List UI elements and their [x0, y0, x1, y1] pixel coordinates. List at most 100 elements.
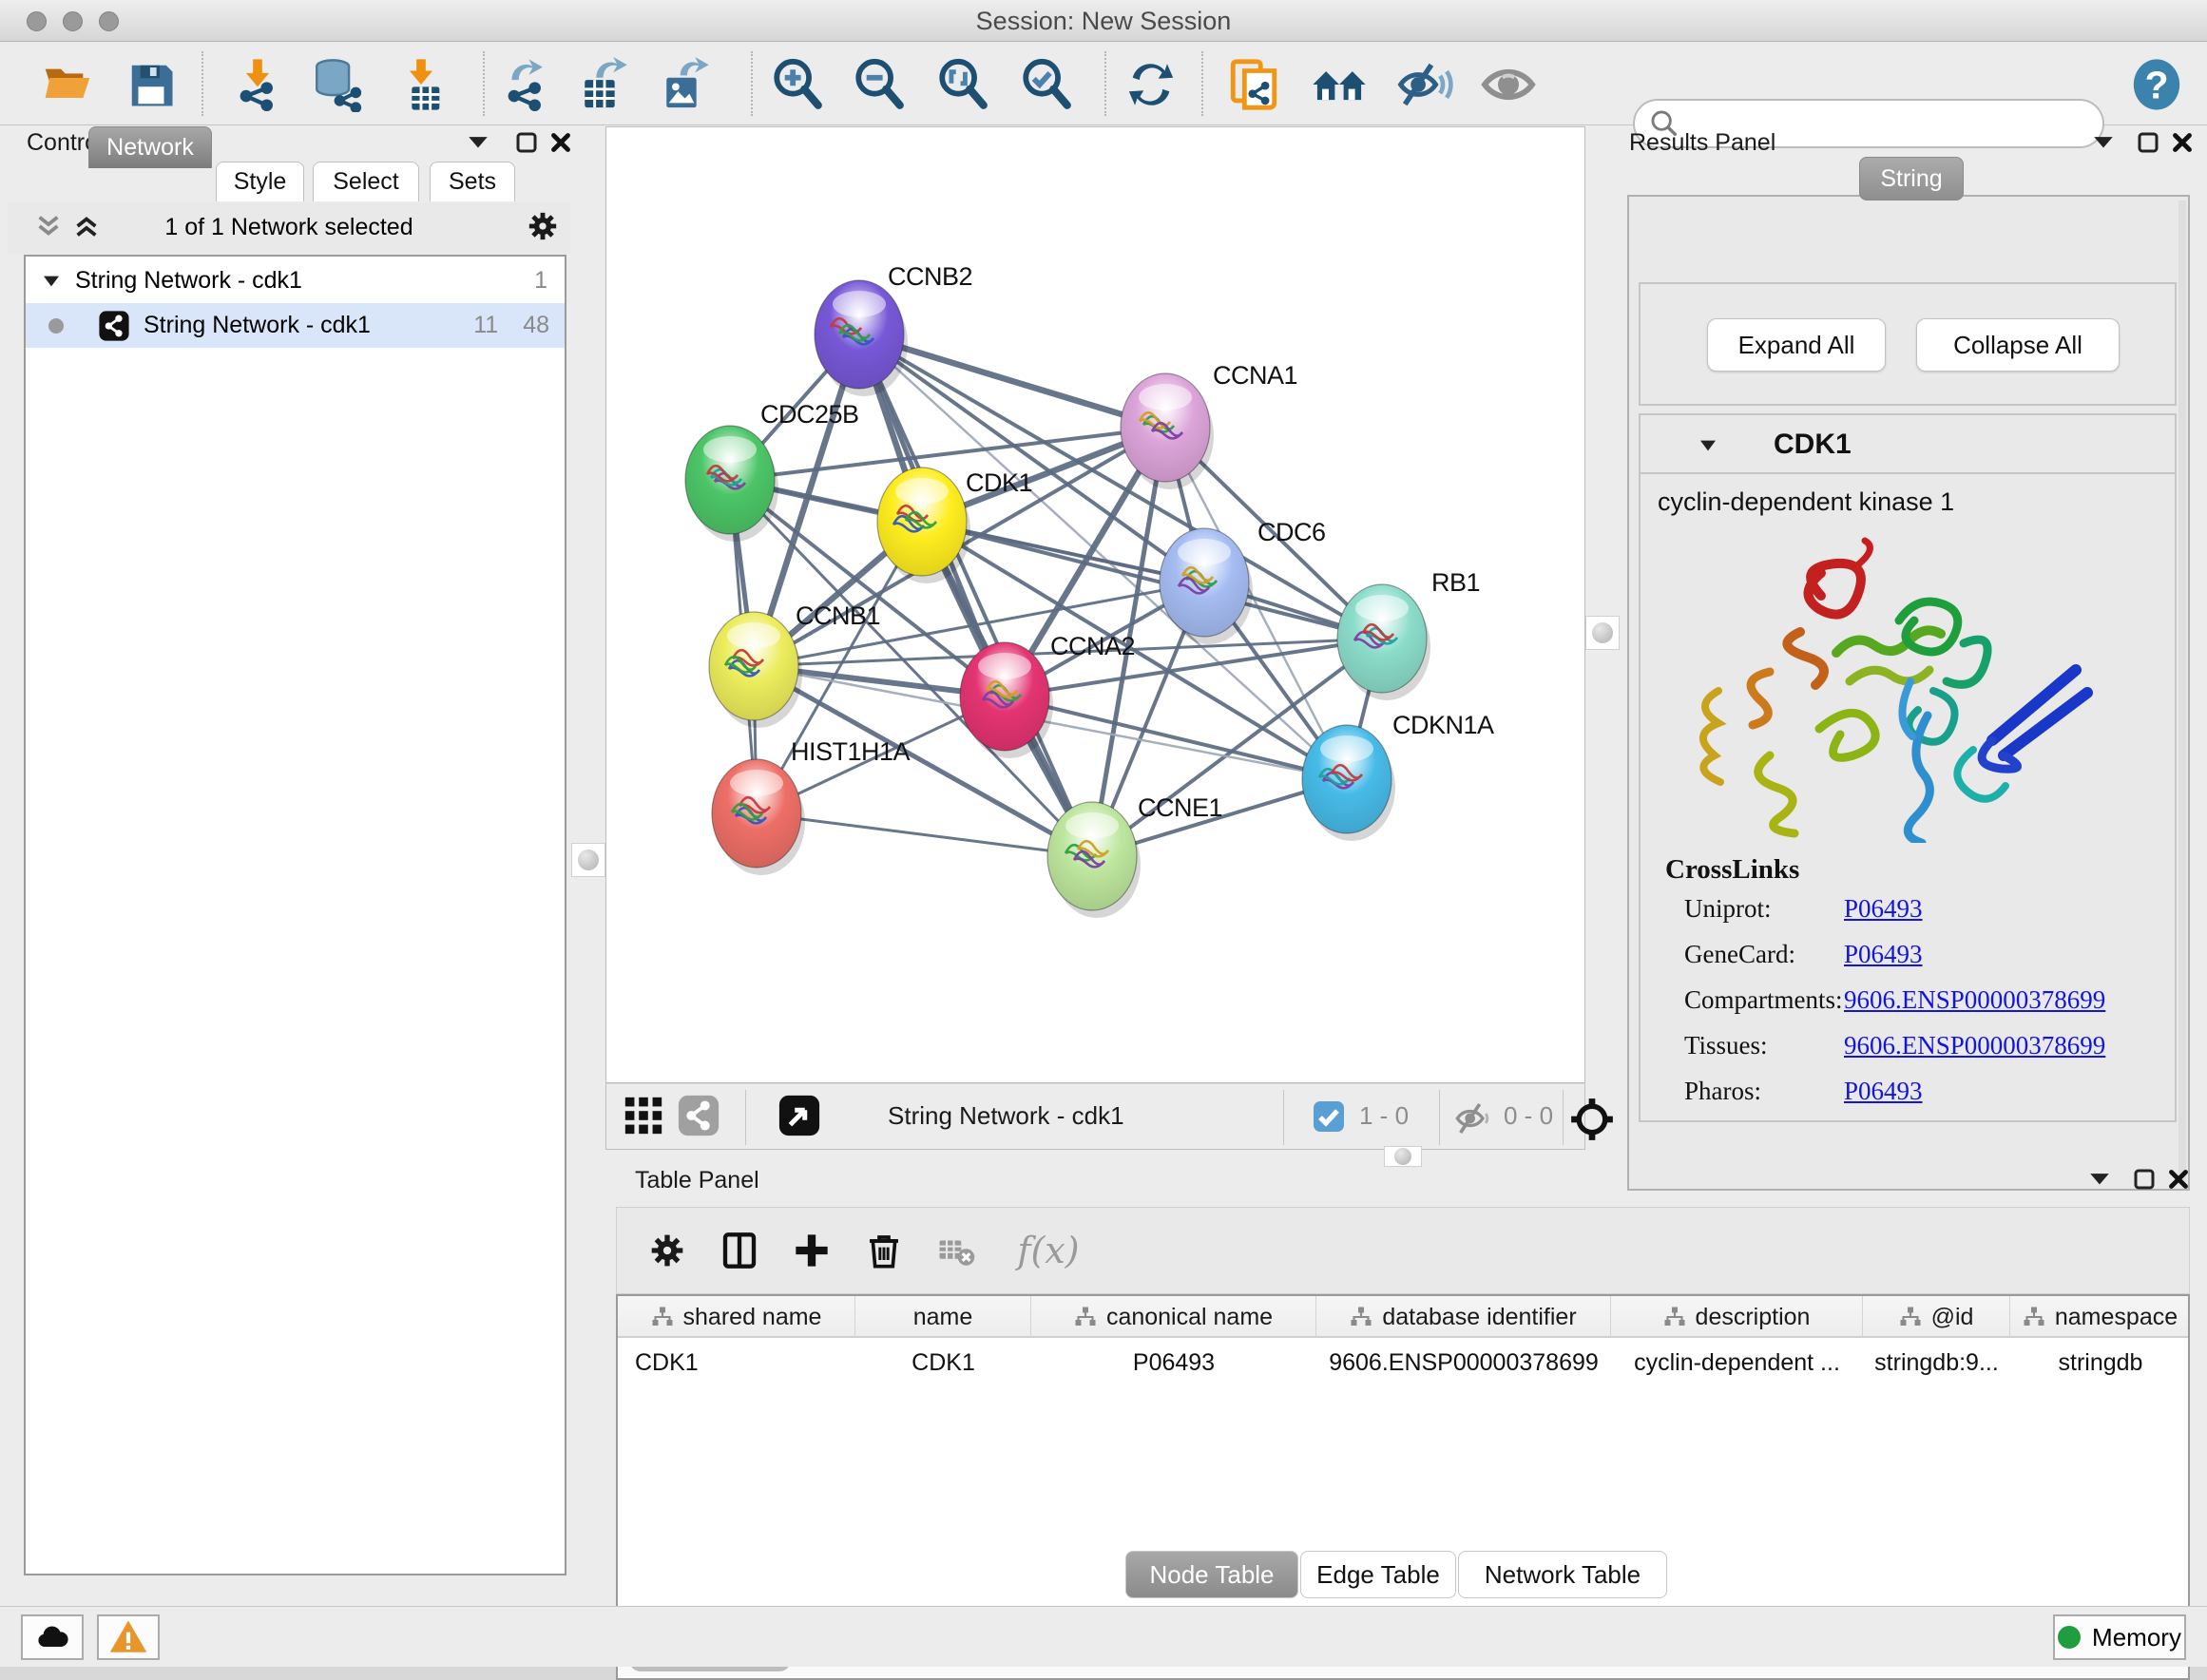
tab-sets[interactable]: Sets: [430, 162, 515, 201]
birds-eye-view-icon[interactable]: [777, 1094, 821, 1142]
select-columns-icon[interactable]: [712, 1223, 767, 1278]
network-node-CDKN1A[interactable]: CDKN1A: [1302, 711, 1494, 841]
node-label: CDKN1A: [1392, 711, 1494, 739]
window-title: Session: New Session: [0, 7, 2207, 36]
node-label: CCNA2: [1050, 632, 1135, 660]
tab-edge-table[interactable]: Edge Table: [1300, 1551, 1456, 1598]
column-header-namespace[interactable]: namespace: [2010, 1296, 2190, 1338]
network-selection-status: 1 of 1 Network selected: [8, 214, 570, 241]
crosslink-tissues-link[interactable]: 9606.ENSP00000378699: [1844, 1031, 2105, 1060]
control-panel-float-icon[interactable]: [515, 131, 538, 159]
add-column-icon[interactable]: [784, 1223, 839, 1278]
apply-layout-icon[interactable]: [1122, 55, 1180, 114]
export-image-icon[interactable]: [658, 55, 717, 114]
import-network-database-icon[interactable]: [308, 55, 367, 114]
crosslink-genecard-link[interactable]: P06493: [1844, 940, 1923, 969]
zoom-out-icon[interactable]: [850, 55, 909, 114]
network-options-gear-icon[interactable]: [527, 210, 559, 247]
right-splitter-handle[interactable]: [1585, 616, 1620, 650]
section-collapse-triangle-icon[interactable]: [1698, 438, 1718, 453]
table-panel-float-icon[interactable]: [2133, 1168, 2156, 1195]
table-panel-menu-icon[interactable]: [2087, 1169, 2112, 1193]
column-type-icon: [1350, 1306, 1372, 1328]
import-network-file-icon[interactable]: [228, 55, 287, 114]
export-network-icon[interactable]: [496, 55, 555, 114]
zoom-fit-icon[interactable]: [933, 55, 992, 114]
results-scrollbar[interactable]: [2178, 200, 2186, 1185]
column-header--id[interactable]: @id: [1863, 1296, 2010, 1338]
save-session-icon[interactable]: [122, 55, 181, 114]
tab-style[interactable]: Style: [216, 162, 304, 201]
string-network-icon: [98, 310, 130, 342]
crosslink-pharos-link[interactable]: P06493: [1844, 1077, 1923, 1106]
column-header-shared-name[interactable]: shared name: [618, 1296, 855, 1338]
selected-checkbox-icon[interactable]: [1312, 1099, 1346, 1138]
collapse-all-button[interactable]: Collapse All: [1916, 318, 2120, 372]
node-label: CCNE1: [1138, 793, 1222, 822]
tab-node-table[interactable]: Node Table: [1125, 1551, 1298, 1598]
string-view-icon[interactable]: [677, 1094, 720, 1142]
control-panel-close-icon[interactable]: [549, 131, 572, 159]
first-neighbors-icon[interactable]: [1310, 55, 1369, 114]
title-bar: Session: New Session: [0, 0, 2207, 42]
fit-crosshair-icon[interactable]: [1568, 1096, 1616, 1148]
network-node-HIST1H1A[interactable]: HIST1H1A: [712, 737, 911, 875]
table-toolbar: f(x): [616, 1207, 2190, 1294]
warning-status-button[interactable]: [97, 1614, 160, 1660]
help-icon[interactable]: ?: [2127, 55, 2186, 114]
network-list: String Network - cdk1 1 String Network -…: [24, 255, 566, 1575]
node-label: CDK1: [966, 468, 1032, 497]
show-all-icon[interactable]: [1479, 55, 1538, 114]
network-node-CCNB1[interactable]: CCNB1: [709, 601, 880, 728]
table-gear-icon[interactable]: [640, 1223, 695, 1278]
expand-all-button[interactable]: Expand All: [1707, 318, 1886, 372]
network-node-CDK1[interactable]: CDK1: [877, 468, 1032, 583]
results-panel-close-icon[interactable]: [2171, 131, 2194, 159]
hidden-eye-icon[interactable]: [1454, 1099, 1492, 1142]
results-panel-float-icon[interactable]: [2137, 131, 2159, 159]
column-header-name[interactable]: name: [855, 1296, 1031, 1338]
tab-string[interactable]: String: [1859, 157, 1964, 200]
hide-selected-icon[interactable]: [1395, 55, 1454, 114]
column-header-description[interactable]: description: [1611, 1296, 1863, 1338]
network-node-CCNE1[interactable]: CCNE1: [1047, 793, 1222, 918]
network-node-CDC6[interactable]: CDC6: [1160, 518, 1326, 644]
delete-table-icon[interactable]: [929, 1223, 984, 1278]
tab-select[interactable]: Select: [313, 162, 419, 201]
gene-section-header[interactable]: CDK1: [1641, 415, 2175, 474]
tab-network-table[interactable]: Network Table: [1458, 1551, 1667, 1598]
open-file-icon[interactable]: [38, 55, 97, 114]
grid-view-icon[interactable]: [622, 1094, 665, 1142]
network-node-RB1[interactable]: RB1: [1337, 568, 1480, 700]
function-builder-icon[interactable]: f(x): [1001, 1223, 1096, 1278]
control-panel-menu-icon[interactable]: [466, 132, 490, 156]
results-panel-menu-icon[interactable]: [2091, 132, 2116, 156]
table-cell: CDK1: [855, 1344, 1031, 1382]
clone-network-icon[interactable]: [1224, 55, 1283, 114]
left-splitter-handle[interactable]: [571, 843, 605, 877]
cloud-status-button[interactable]: [21, 1614, 84, 1660]
memory-button[interactable]: Memory: [2053, 1614, 2186, 1660]
network-node-CCNA2[interactable]: CCNA2: [960, 632, 1135, 758]
crosslink-compartments-link[interactable]: 9606.ENSP00000378699: [1844, 985, 2105, 1015]
zoom-in-icon[interactable]: [768, 55, 827, 114]
main-toolbar: ?: [0, 42, 2207, 125]
table-cell: 9606.ENSP00000378699: [1316, 1344, 1611, 1382]
node-label: CCNB1: [796, 601, 880, 630]
network-loaded-dot: [48, 318, 64, 334]
column-header-canonical-name[interactable]: canonical name: [1031, 1296, 1316, 1338]
collapse-triangle-icon[interactable]: [41, 274, 62, 289]
export-table-icon[interactable]: [576, 55, 635, 114]
network-canvas[interactable]: CCNB2CCNA1CDC25BCDK1CDC6RB1CCNB1CCNA2CDK…: [605, 126, 1585, 1083]
network-node-CDC25B[interactable]: CDC25B: [685, 400, 859, 542]
network-node-CCNB2[interactable]: CCNB2: [815, 262, 972, 396]
import-table-file-icon[interactable]: [392, 55, 451, 114]
network-collection-row[interactable]: String Network - cdk1 1: [26, 258, 565, 303]
tab-network[interactable]: Network: [88, 126, 212, 168]
network-row-selected[interactable]: String Network - cdk1 11 48: [26, 303, 565, 348]
crosslink-uniprot-link[interactable]: P06493: [1844, 894, 1923, 924]
delete-column-icon[interactable]: [856, 1223, 912, 1278]
table-panel-close-icon[interactable]: [2167, 1168, 2190, 1195]
zoom-selected-icon[interactable]: [1017, 55, 1076, 114]
column-header-database-identifier[interactable]: database identifier: [1316, 1296, 1611, 1338]
